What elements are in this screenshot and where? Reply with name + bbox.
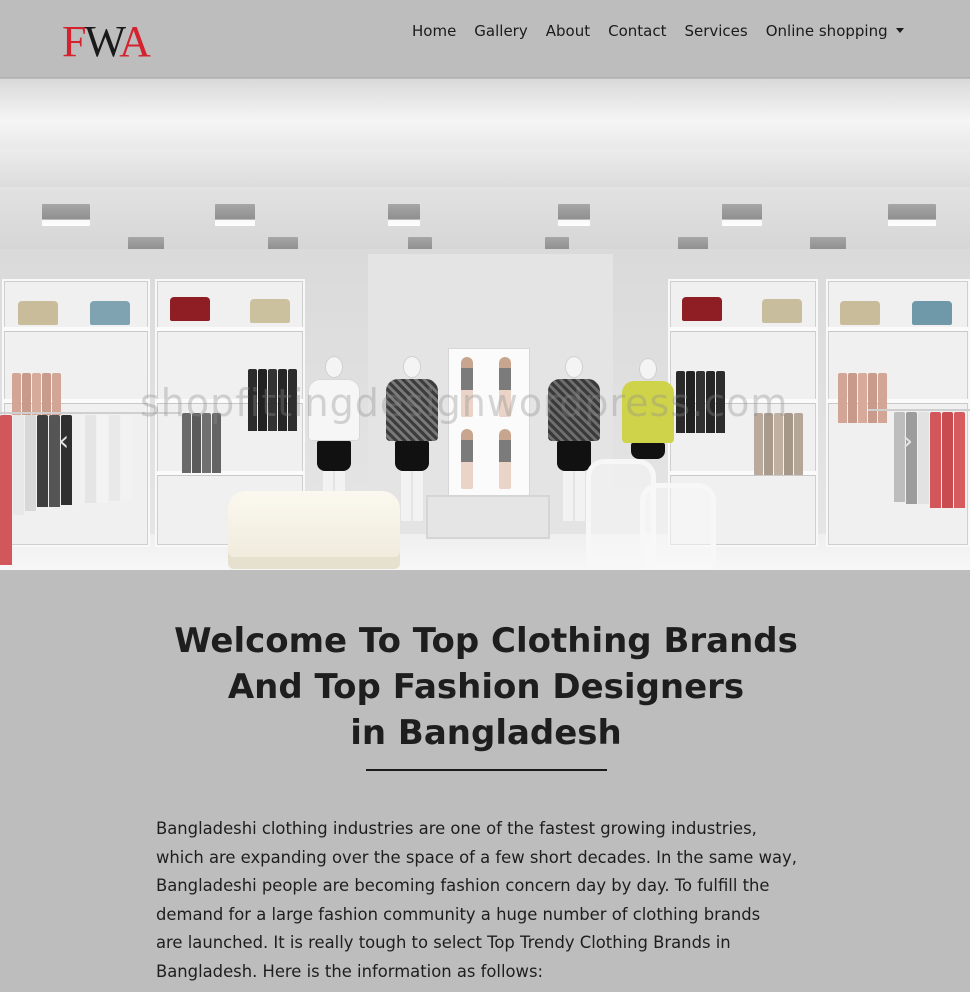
- page-title-line-1: Welcome To Top Clothing Brands: [174, 621, 798, 661]
- chevron-left-icon[interactable]: ‹: [58, 427, 72, 455]
- intro-line-4: demand for a large fashion community a h…: [156, 904, 761, 924]
- nav-contact[interactable]: Contact: [599, 18, 675, 44]
- nav-online-shopping-dropdown[interactable]: Online shopping: [757, 18, 913, 44]
- brand-logo[interactable]: FWA: [62, 14, 162, 64]
- caret-down-icon: [895, 28, 904, 33]
- intro-line-5: are launched. It is really tough to sele…: [156, 933, 731, 952]
- chevron-right-icon[interactable]: ›: [902, 427, 916, 455]
- logo-letter-w: W: [84, 17, 121, 66]
- navbar: FWA Home Gallery About Contact Services …: [0, 0, 970, 78]
- intro-line-3: Bangladeshi people are becoming fashion …: [156, 876, 770, 895]
- page-title-line-3: in Bangladesh: [350, 713, 622, 753]
- nav-home[interactable]: Home: [412, 18, 465, 44]
- main-nav: Home Gallery About Contact Services Onli…: [412, 18, 913, 44]
- hero-carousel: shopfittingdesignwordpress.com ‹ ›: [0, 79, 970, 570]
- logo-wordmark: FWA: [62, 17, 151, 66]
- image-watermark: shopfittingdesignwordpress.com: [140, 381, 789, 425]
- logo-letter-a: A: [119, 17, 151, 66]
- logo-letter-f: F: [62, 17, 87, 66]
- intro-line-2: which are expanding over the space of a …: [156, 847, 797, 867]
- page-title: Welcome To Top Clothing Brands And Top F…: [150, 618, 822, 756]
- nav-services[interactable]: Services: [675, 18, 756, 44]
- title-divider: [366, 769, 607, 771]
- page-title-line-2: And Top Fashion Designers: [227, 667, 745, 707]
- nav-online-shopping-label: Online shopping: [765, 22, 888, 40]
- nav-gallery[interactable]: Gallery: [465, 18, 536, 44]
- intro-line-6: Bangladesh. Here is the information as f…: [156, 961, 544, 981]
- intro-line-1: Bangladeshi clothing industries are one …: [156, 819, 757, 838]
- intro-paragraph: Bangladeshi clothing industries are one …: [156, 815, 816, 986]
- nav-about[interactable]: About: [537, 18, 599, 44]
